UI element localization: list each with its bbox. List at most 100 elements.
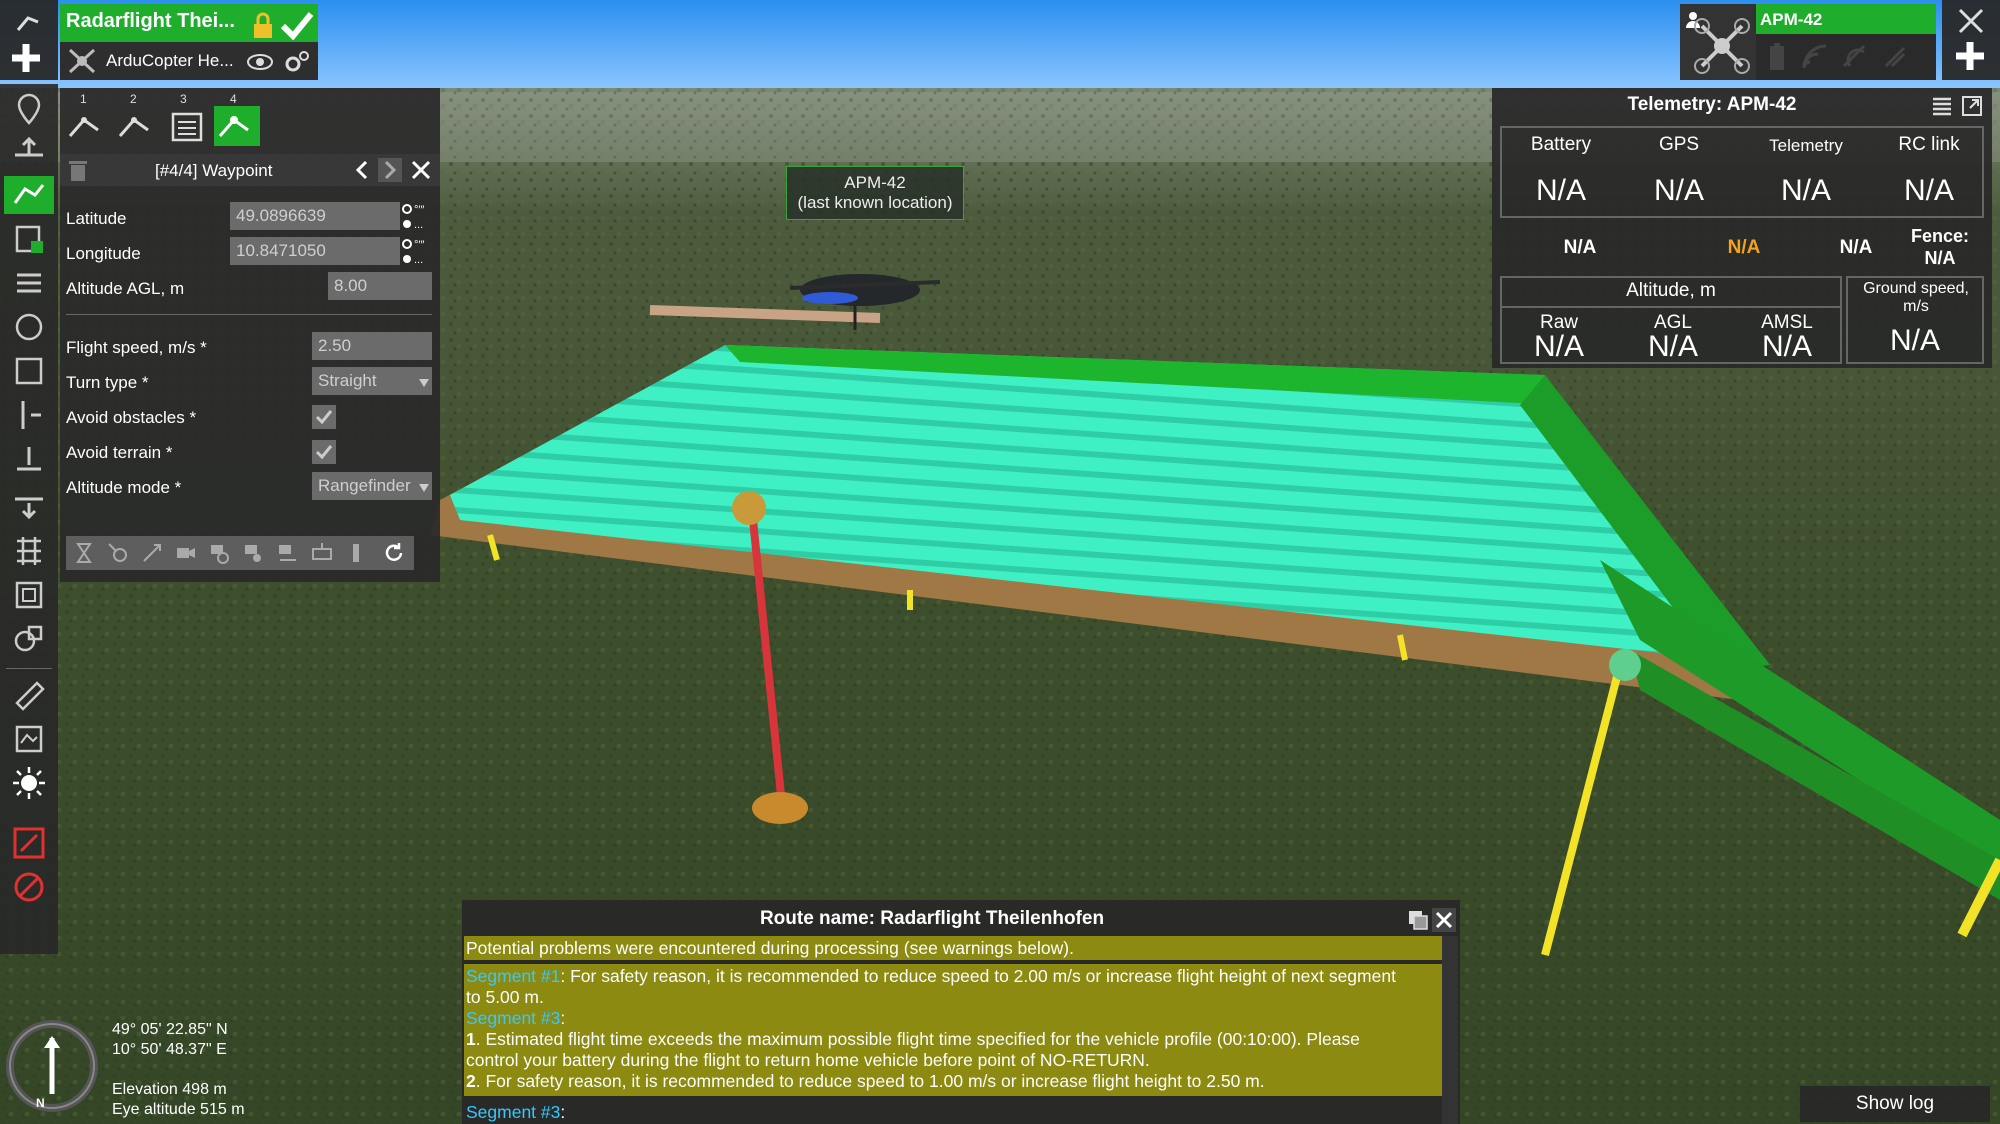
route-log-content: Potential problems were encountered duri… xyxy=(464,936,1444,1124)
rc-icon xyxy=(1884,46,1906,68)
add-icon[interactable] xyxy=(1952,38,1988,74)
vehicle-profile-label: ArduCopter He... xyxy=(106,51,234,70)
chevron-right-icon[interactable] xyxy=(378,158,402,182)
agl-value: N/A xyxy=(1647,330,1698,363)
tab-list-3[interactable] xyxy=(164,106,210,146)
grid-icon[interactable] xyxy=(4,532,54,570)
tab-route-2[interactable] xyxy=(114,106,160,146)
route-log-panel: Route name: Radarflight Theilenhofen Pot… xyxy=(462,900,1460,1124)
gimbal-icon[interactable] xyxy=(344,541,368,565)
check-icon[interactable] xyxy=(280,10,314,40)
area-icon[interactable] xyxy=(4,352,54,390)
copy-icon[interactable] xyxy=(1406,908,1430,932)
battery-icon xyxy=(1770,43,1784,70)
change-speed-icon[interactable] xyxy=(140,541,164,565)
camera-trigger-icon[interactable] xyxy=(208,541,232,565)
sun-icon[interactable] xyxy=(4,764,54,802)
turn-type-label: Turn type * xyxy=(66,373,149,392)
segment-1-text: : For safety reason, it is recommended t… xyxy=(560,966,1396,986)
waypoint-marker-icon[interactable] xyxy=(4,90,54,128)
route-active-icon[interactable] xyxy=(4,176,54,214)
altitude-input[interactable]: 8.00 xyxy=(328,272,432,300)
parking-icon[interactable] xyxy=(4,220,54,258)
ruler-icon[interactable] xyxy=(4,676,54,714)
flight-speed-input[interactable]: 2.50 xyxy=(312,332,432,360)
stop-icon[interactable] xyxy=(4,868,54,906)
compass[interactable]: N xyxy=(4,1018,100,1114)
poi-icon[interactable] xyxy=(106,541,130,565)
checkmark-icon xyxy=(315,410,333,425)
segment-3b-link[interactable]: Segment #3 xyxy=(466,1102,560,1122)
frame-icon[interactable] xyxy=(4,576,54,614)
segment-1-link[interactable]: Segment #1 xyxy=(466,966,560,986)
status-row-b: N/A xyxy=(1727,237,1761,258)
avoid-terrain-checkbox[interactable] xyxy=(312,440,336,464)
route-icon[interactable] xyxy=(14,8,44,36)
coordinate-format-icon[interactable]: °′″... xyxy=(401,237,433,267)
telemetry-value: N/A xyxy=(1780,174,1831,207)
no-entry-icon[interactable] xyxy=(4,824,54,862)
altitude-mode-label: Altitude mode * xyxy=(66,478,182,497)
turn-type-select[interactable]: Straight xyxy=(312,367,432,395)
editor-divider xyxy=(66,314,432,315)
eye-icon[interactable] xyxy=(246,51,274,73)
route-segment-icon xyxy=(118,117,149,137)
altitude-mode-select[interactable]: Rangefinder xyxy=(312,472,432,500)
longitude-input[interactable]: 10.8471050 xyxy=(230,237,400,265)
chevron-left-icon[interactable] xyxy=(350,158,374,182)
tools-icon[interactable] xyxy=(1956,6,1986,36)
battery-header: Battery xyxy=(1530,134,1592,155)
vehicle-map-label[interactable]: APM-42 (last known location) xyxy=(786,166,964,220)
coordinate-format-icon[interactable]: °′″... xyxy=(401,202,433,232)
route-card[interactable]: Radarflight Thei... ArduCopter He... xyxy=(60,4,318,80)
tab-waypoint-4[interactable] xyxy=(214,106,260,146)
close-icon[interactable] xyxy=(1432,908,1456,932)
circle-icon[interactable] xyxy=(4,308,54,346)
route-segment-icon xyxy=(68,117,99,137)
camera-mode-icon[interactable] xyxy=(174,541,198,565)
land-icon[interactable] xyxy=(4,484,54,522)
takeoff-icon[interactable] xyxy=(4,132,54,170)
detach-icon[interactable] xyxy=(1960,94,1984,118)
route-log-scrollbar[interactable] xyxy=(1442,936,1458,1124)
shapes-icon[interactable] xyxy=(4,620,54,658)
trash-icon[interactable] xyxy=(66,158,90,182)
tab-number-1: 1 xyxy=(80,92,87,106)
rc-link-header: RC link xyxy=(1898,134,1960,155)
compass-north-label: N xyxy=(36,1096,45,1110)
camera-timer-icon[interactable] xyxy=(242,541,266,565)
left-toolbar xyxy=(0,84,58,954)
vehicle-card[interactable]: APM-42 xyxy=(1680,4,1936,80)
warning-segment-3: Segment #3: xyxy=(466,1008,1442,1029)
avoid-terrain-label: Avoid terrain * xyxy=(66,443,173,462)
lock-icon[interactable] xyxy=(250,12,276,40)
add-icon[interactable] xyxy=(8,40,44,76)
vertical-icon[interactable] xyxy=(4,396,54,434)
panorama-icon[interactable] xyxy=(310,541,334,565)
settings-icon[interactable] xyxy=(282,47,312,77)
close-icon[interactable] xyxy=(410,159,432,181)
longitude-label: Longitude xyxy=(66,244,141,263)
tab-route-1[interactable] xyxy=(64,106,110,146)
map-layers-icon[interactable] xyxy=(4,720,54,758)
list-icon[interactable] xyxy=(4,264,54,302)
segment-3-link[interactable]: Segment #3 xyxy=(466,1008,560,1028)
landing-icon[interactable] xyxy=(4,440,54,478)
camera-distance-icon[interactable] xyxy=(276,541,300,565)
list-view-icon[interactable] xyxy=(1930,94,1954,118)
svg-text:...: ... xyxy=(414,254,423,266)
avoid-obstacles-checkbox[interactable] xyxy=(312,405,336,429)
fence-value: N/A xyxy=(1924,248,1956,268)
wait-icon[interactable] xyxy=(72,541,96,565)
segment-3b-colon: : xyxy=(560,1102,566,1122)
toolbar-divider xyxy=(6,668,52,669)
item-1-text: . Estimated flight time exceeds the maxi… xyxy=(475,1029,1360,1049)
show-log-button[interactable]: Show log xyxy=(1800,1086,1990,1122)
vehicle-card-name: APM-42 xyxy=(1760,10,1823,29)
svg-text:...: ... xyxy=(414,219,423,231)
ground-speed-value: N/A xyxy=(1889,324,1940,357)
telemetry-panel: Telemetry: APM-42 Battery GPS Telemetry … xyxy=(1492,88,1992,368)
waypoint-icon xyxy=(218,116,249,137)
latitude-input[interactable]: 49.0896639 xyxy=(230,202,400,230)
refresh-icon[interactable] xyxy=(382,541,406,565)
